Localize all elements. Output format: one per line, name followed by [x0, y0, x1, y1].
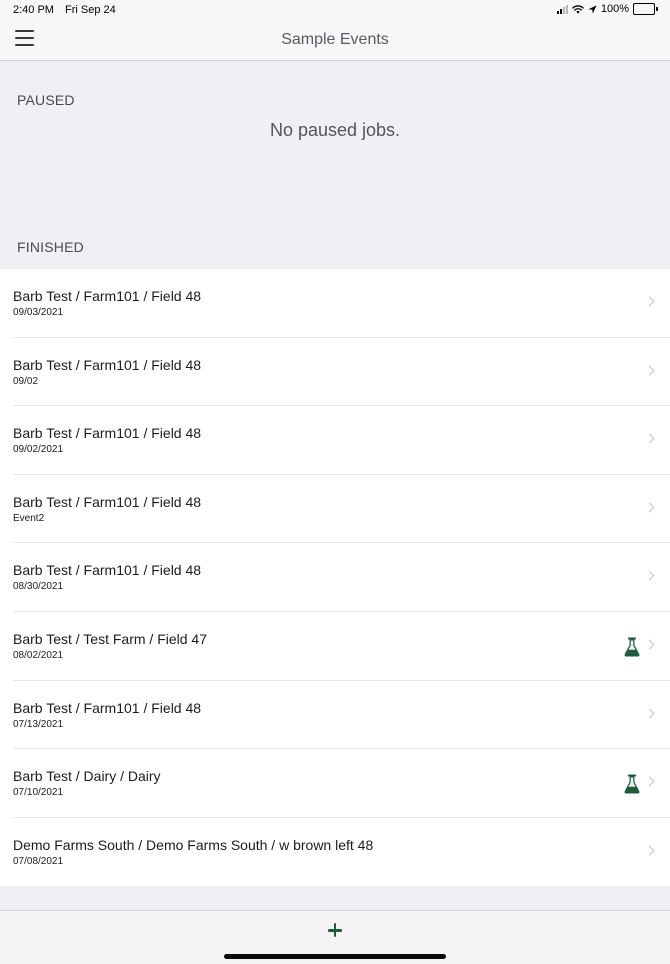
finished-jobs-list: Barb Test / Farm101 / Field 48 09/03/2021… [0, 269, 670, 887]
job-title: Barb Test / Test Farm / Field 47 [13, 630, 208, 647]
status-date: Fri Sep 24 [65, 4, 116, 16]
add-event-button[interactable] [320, 917, 350, 945]
status-bar: 2:40 PM Fri Sep 24 100% [0, 0, 670, 20]
job-title: Barb Test / Farm101 / Field 48 [13, 356, 202, 373]
home-indicator [224, 954, 446, 959]
job-title: Barb Test / Dairy / Dairy [13, 768, 161, 785]
job-subtitle: 09/02/2021 [13, 444, 64, 456]
status-right: 100% [556, 3, 658, 15]
status-left: 2:40 PM Fri Sep 24 [13, 4, 116, 16]
job-subtitle: 09/02 [13, 375, 39, 387]
chevron-right-icon [644, 365, 655, 376]
page-title: Sample Events [281, 31, 389, 48]
battery-percent: 100% [600, 3, 629, 15]
finished-job-row[interactable]: Barb Test / Test Farm / Field 47 08/02/20… [0, 612, 670, 681]
job-title: Demo Farms South / Demo Farms South / w … [13, 836, 374, 853]
job-title: Barb Test / Farm101 / Field 48 [13, 699, 202, 716]
finished-job-row[interactable]: Demo Farms South / Demo Farms South / w … [0, 818, 670, 887]
status-time: 2:40 PM [13, 4, 54, 16]
location-arrow-icon [588, 4, 597, 14]
chevron-right-icon [644, 433, 655, 444]
chevron-right-icon [644, 776, 655, 787]
bottom-toolbar [0, 910, 670, 964]
chevron-right-icon [644, 502, 655, 513]
job-title: Barb Test / Farm101 / Field 48 [13, 425, 202, 442]
chevron-right-icon [644, 708, 655, 719]
finished-job-row[interactable]: Barb Test / Farm101 / Field 48 09/03/2021 [0, 269, 670, 338]
wifi-icon [572, 4, 584, 14]
job-title: Barb Test / Farm101 / Field 48 [13, 288, 202, 304]
job-subtitle: 08/30/2021 [13, 581, 64, 593]
job-subtitle: 09/03/2021 [13, 307, 64, 318]
job-subtitle: Event2 [13, 512, 45, 524]
finished-section-header: FINISHED [17, 239, 84, 255]
navigation-bar: Sample Events [0, 20, 670, 61]
paused-section-header: PAUSED [17, 92, 75, 108]
cellular-signal-icon [556, 4, 568, 14]
job-subtitle: 08/02/2021 [13, 649, 64, 661]
chevron-right-icon [644, 639, 655, 650]
paused-empty-message: No paused jobs. [269, 120, 401, 140]
lab-flask-icon [624, 637, 640, 657]
finished-job-row[interactable]: Barb Test / Farm101 / Field 48 Event2 [0, 475, 670, 544]
job-title: Barb Test / Farm101 / Field 48 [13, 493, 202, 510]
job-subtitle: 07/13/2021 [13, 718, 64, 730]
job-subtitle: 07/10/2021 [13, 787, 64, 799]
chevron-right-icon [644, 570, 655, 581]
battery-icon [633, 3, 658, 15]
job-subtitle: 07/08/2021 [13, 855, 64, 867]
job-title: Barb Test / Farm101 / Field 48 [13, 562, 202, 579]
finished-job-row[interactable]: Barb Test / Farm101 / Field 48 09/02/2021 [0, 406, 670, 475]
finished-job-row[interactable]: Barb Test / Farm101 / Field 48 09/02 [0, 338, 670, 407]
lab-flask-icon [624, 774, 640, 794]
finished-job-row[interactable]: Barb Test / Farm101 / Field 48 08/30/2021 [0, 543, 670, 612]
finished-job-row[interactable]: Barb Test / Farm101 / Field 48 07/13/2021 [0, 681, 670, 750]
chevron-right-icon [644, 296, 655, 307]
finished-job-row[interactable]: Barb Test / Dairy / Dairy 07/10/2021 [0, 749, 670, 818]
chevron-right-icon [644, 845, 655, 856]
